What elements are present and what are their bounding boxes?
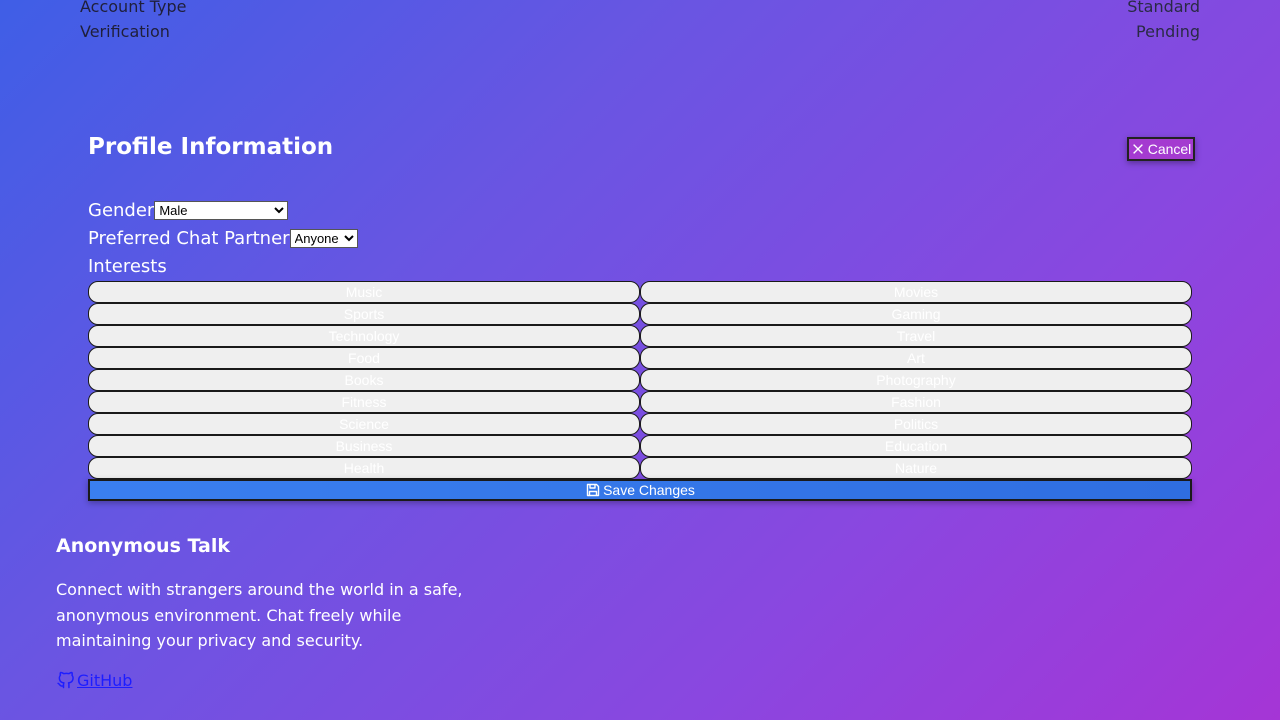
save-changes-button[interactable]: Save Changes [88,479,1192,501]
interest-food[interactable]: Food [88,347,640,369]
interest-music[interactable]: Music [88,281,640,303]
close-icon [1132,144,1143,154]
interest-photography[interactable]: Photography [640,369,1192,391]
interest-science[interactable]: Science [88,413,640,435]
partner-select[interactable]: Anyone [289,229,358,248]
interest-art[interactable]: Art [640,347,1192,369]
gender-select[interactable]: Male [154,201,289,220]
partner-label: Preferred Chat Partner [88,228,290,249]
gender-label: Gender [88,200,155,221]
interests-grid: Music Movies Sports Gaming Technology Tr… [88,281,1192,479]
interest-gaming[interactable]: Gaming [640,303,1192,325]
github-icon [57,671,74,689]
interest-fashion[interactable]: Fashion [640,391,1192,413]
account-type-row: Account Type Standard [80,0,1200,16]
account-type-label: Account Type [80,0,187,16]
interests-label: Interests [88,256,167,277]
interest-politics[interactable]: Politics [640,413,1192,435]
save-changes-label: Save Changes [603,482,695,498]
verification-label: Verification [80,22,170,41]
partner-row: Preferred Chat Partner Anyone [88,228,358,249]
interest-health[interactable]: Health [88,457,640,479]
footer-title: Anonymous Talk [56,535,230,557]
interest-education[interactable]: Education [640,435,1192,457]
footer-description: Connect with strangers around the world … [56,580,463,650]
interest-nature[interactable]: Nature [640,457,1192,479]
interest-business[interactable]: Business [88,435,640,457]
github-label: GitHub [77,670,133,690]
interest-technology[interactable]: Technology [88,325,640,347]
profile-title: Profile Information [88,134,334,160]
interest-movies[interactable]: Movies [640,281,1192,303]
interest-books[interactable]: Books [88,369,640,391]
github-link[interactable]: GitHub [56,670,132,690]
cancel-label: Cancel [1147,141,1192,157]
interest-sports[interactable]: Sports [88,303,640,325]
interest-fitness[interactable]: Fitness [88,391,640,413]
interest-travel[interactable]: Travel [640,325,1192,347]
cancel-button[interactable]: Cancel [1127,137,1195,161]
account-type-value: Standard [1127,0,1200,16]
save-icon [586,483,600,497]
verification-value: Pending [1136,22,1200,41]
gender-row: Gender Male [88,200,289,221]
verification-row: Verification Pending [80,22,1200,41]
